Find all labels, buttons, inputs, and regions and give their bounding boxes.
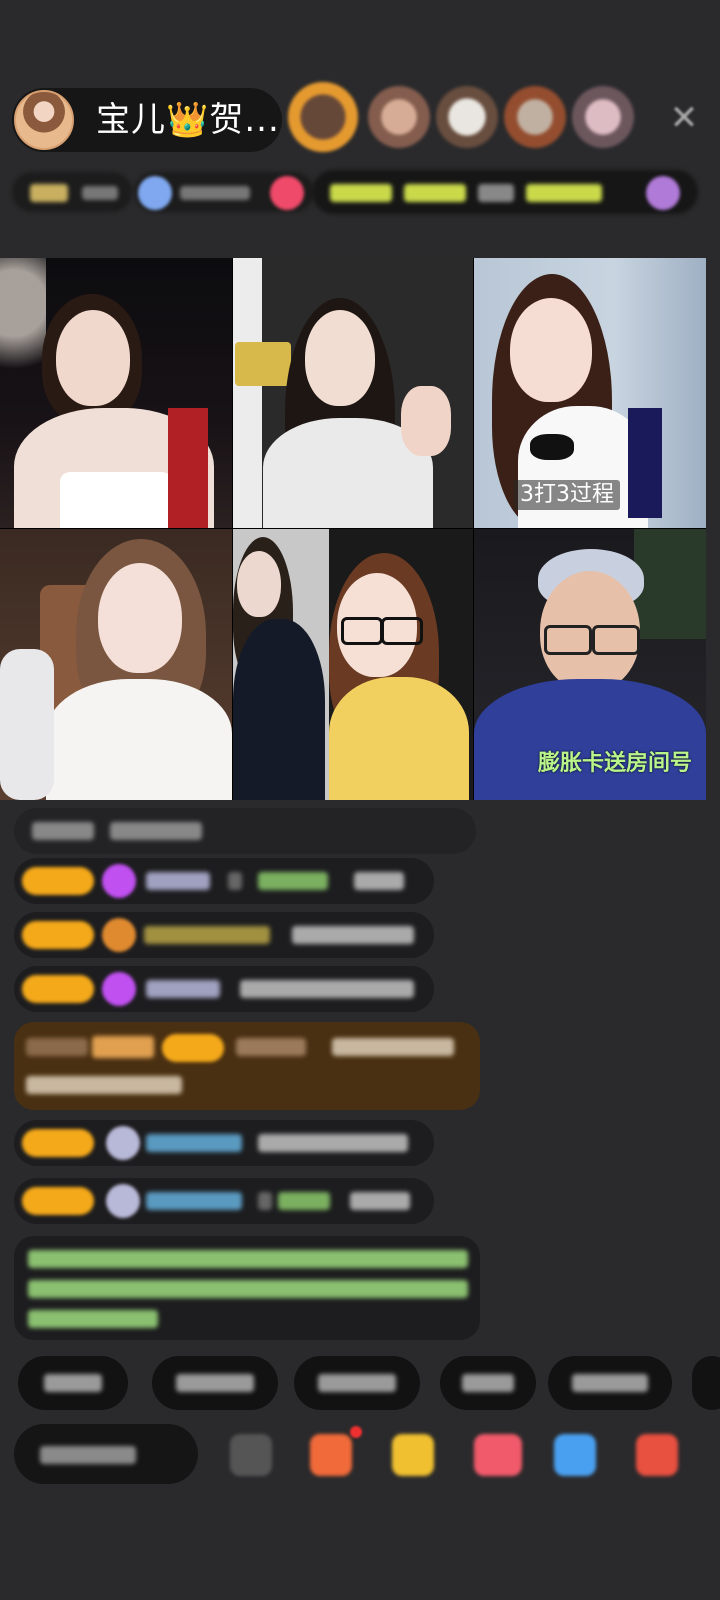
fans-icon [138,176,172,210]
video-tile[interactable] [233,529,473,800]
host-avatar[interactable] [14,90,74,150]
share-icon[interactable] [554,1434,596,1476]
heart-icon[interactable] [270,176,304,210]
level-badge [22,1129,94,1157]
top-bar: 宝儿👑贺... ✕ [12,82,708,156]
host-info-pill[interactable]: 宝儿👑贺... [12,88,282,152]
gift-box-icon[interactable] [392,1434,434,1476]
quick-reply-bar [12,1356,720,1412]
level-badge [22,975,94,1003]
quick-reply[interactable] [18,1356,128,1410]
level-badge [162,1034,224,1062]
gift-icon[interactable] [310,1434,352,1476]
viewer-avatar[interactable] [368,86,430,148]
chat-message[interactable] [14,912,434,958]
quick-reply[interactable] [294,1356,420,1410]
bottom-action-bar [14,1420,714,1490]
chat-message[interactable] [14,1178,434,1224]
level-badge [22,1187,94,1215]
quick-reply[interactable] [440,1356,536,1410]
quick-reply[interactable] [548,1356,672,1410]
video-tile[interactable] [0,529,232,800]
quick-reply[interactable] [152,1356,278,1410]
viewer-avatar[interactable] [572,86,634,148]
video-grid: 3打3过程 膨胀卡送房间号 [0,258,706,800]
gift-icon[interactable] [646,176,680,210]
heart-icon[interactable] [474,1434,522,1476]
viewer-avatar[interactable] [504,86,566,148]
video-tile[interactable] [0,258,232,528]
chat-message[interactable] [14,808,476,854]
viewer-avatar[interactable] [436,86,498,148]
host-name[interactable]: 宝儿👑贺... [96,100,280,140]
chat-icon[interactable] [230,1434,272,1476]
chat-message[interactable] [14,858,434,904]
level-badge [22,867,94,895]
avatar [106,1126,140,1160]
chat-message[interactable] [14,966,434,1012]
quick-reply[interactable] [692,1356,720,1410]
fan-badge-icon [102,918,136,952]
system-notice [14,1236,480,1340]
viewer-avatar[interactable] [288,82,358,152]
close-icon[interactable]: ✕ [666,100,702,136]
video-tile[interactable]: 3打3过程 [474,258,706,528]
level-badge [22,921,94,949]
video-tile[interactable] [233,258,473,528]
comment-input[interactable] [14,1424,198,1484]
more-icon[interactable] [636,1434,678,1476]
status-row [12,168,708,216]
tile-caption: 3打3过程 [514,480,620,510]
video-tile[interactable]: 膨胀卡送房间号 [474,529,706,800]
tile-caption: 膨胀卡送房间号 [538,751,693,776]
notification-dot [350,1426,362,1438]
avatar [106,1184,140,1218]
gem-icon [102,864,136,898]
gift-message[interactable] [14,1022,480,1110]
gem-icon [102,972,136,1006]
chat-message[interactable] [14,1120,434,1166]
